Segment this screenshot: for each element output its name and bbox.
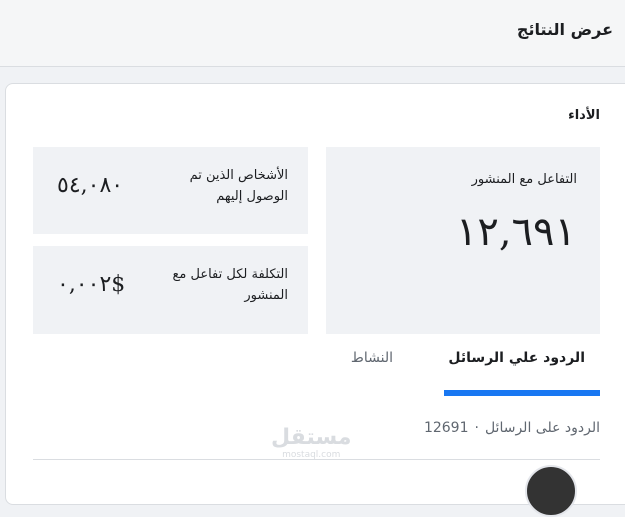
watermark-logo: مستقل mostaql.com bbox=[271, 427, 351, 461]
replies-summary-label: الردود على الرسائل bbox=[484, 420, 600, 436]
top-bar: عرض النتائج bbox=[0, 0, 625, 67]
replies-count: 12691 bbox=[423, 420, 469, 436]
active-tab-indicator bbox=[444, 390, 600, 396]
page-title: عرض النتائج bbox=[516, 20, 613, 39]
replies-summary: الردود على الرسائل · 12691 bbox=[424, 420, 600, 436]
divider bbox=[33, 459, 600, 460]
people-reached-value: ٥٤,٠٨٠ bbox=[57, 173, 124, 198]
cost-per-engagement-metric: التكلفة لكل تفاعل مع المنشور ٠,٠٠٢$ bbox=[33, 246, 308, 334]
cost-per-engagement-label: التكلفة لكل تفاعل مع المنشور bbox=[172, 267, 288, 303]
people-reached-label: الأشخاص الذين تم الوصول إليهم bbox=[189, 168, 288, 204]
post-engagement-label: التفاعل مع المنشور bbox=[471, 172, 577, 187]
tab-activity[interactable]: النشاط bbox=[351, 350, 393, 366]
performance-section-title: الأداء bbox=[568, 108, 600, 123]
tab-message-replies[interactable]: الردود علي الرسائل bbox=[448, 350, 585, 366]
post-engagement-metric: التفاعل مع المنشور ١٢,٦٩١ bbox=[326, 147, 600, 334]
cost-per-engagement-value: ٠,٠٠٢$ bbox=[57, 272, 126, 297]
people-reached-metric: الأشخاص الذين تم الوصول إليهم ٥٤,٠٨٠ bbox=[33, 147, 308, 234]
post-engagement-value: ١٢,٦٩١ bbox=[455, 209, 576, 255]
summary-separator: · bbox=[474, 420, 479, 436]
watermark-text: مستقل bbox=[271, 425, 352, 450]
